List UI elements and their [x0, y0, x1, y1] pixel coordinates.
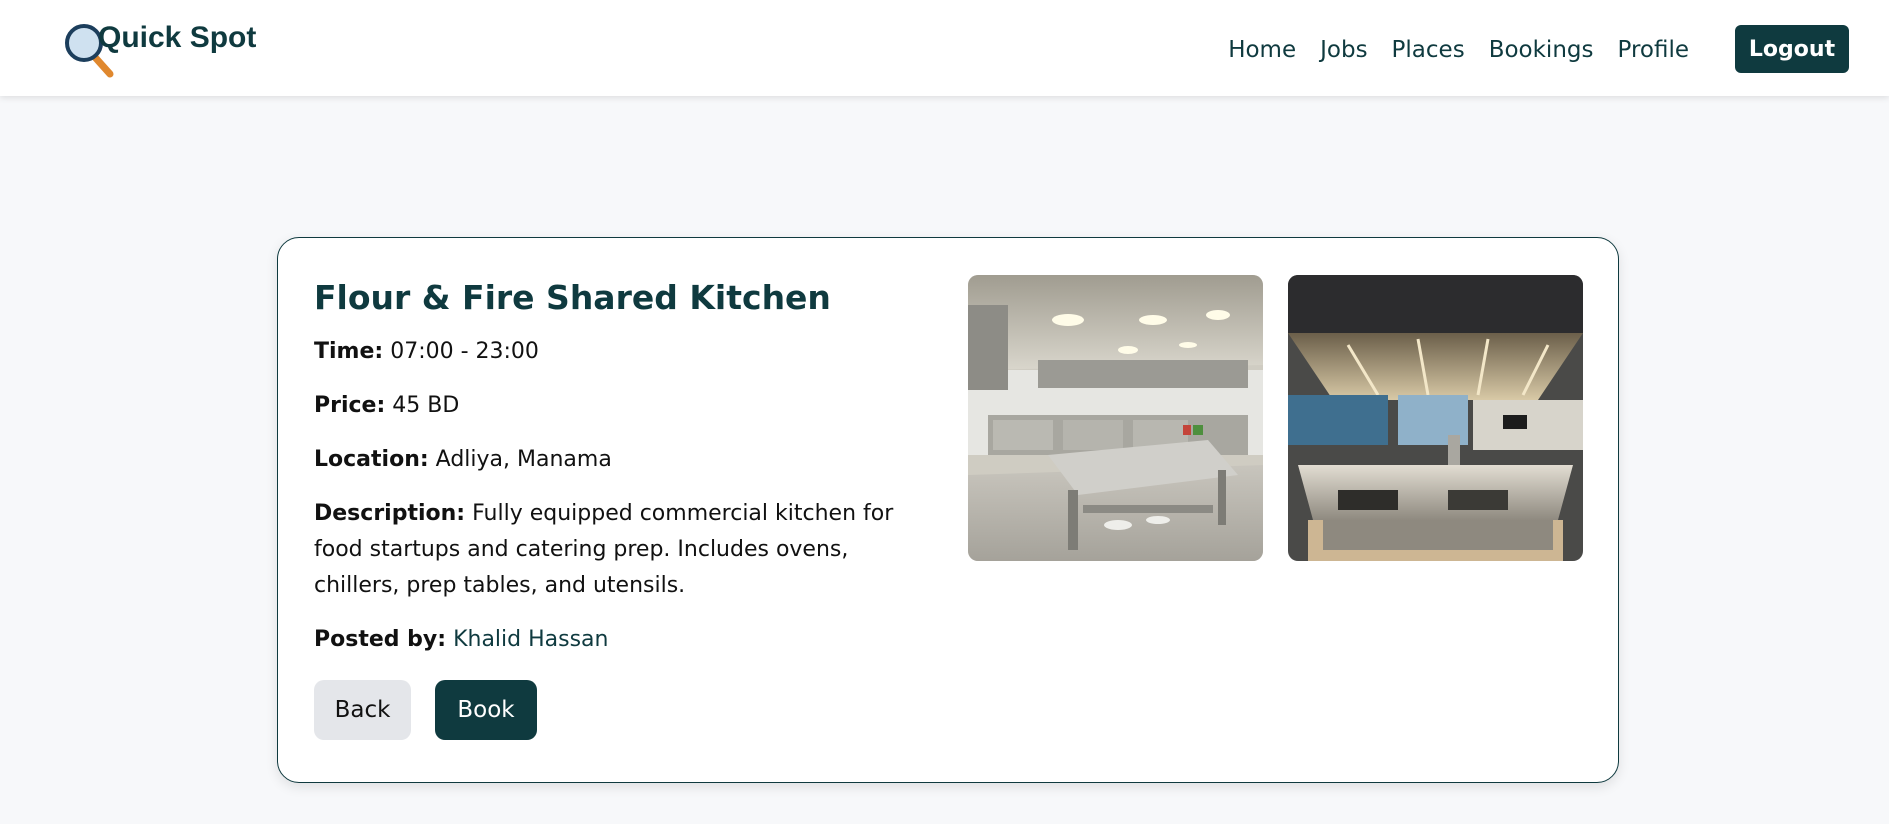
nav-bookings[interactable]: Bookings [1489, 30, 1594, 70]
kitchen-photo-2-image [1288, 275, 1583, 561]
location-row: Location: Adliya, Manama [314, 442, 934, 478]
posted-by-link[interactable]: Khalid Hassan [453, 627, 608, 652]
logout-button[interactable]: Logout [1735, 25, 1849, 73]
price-value: 45 BD [392, 393, 460, 418]
nav-jobs[interactable]: Jobs [1320, 30, 1367, 70]
location-value: Adliya, Manama [435, 447, 612, 472]
nav-places[interactable]: Places [1392, 30, 1465, 70]
place-detail-card: Flour & Fire Shared Kitchen Time: 07:00 … [277, 237, 1619, 783]
app-logo[interactable]: Quick Spot [64, 18, 264, 78]
book-button[interactable]: Book [435, 680, 537, 740]
kitchen-photo-1[interactable] [968, 275, 1263, 561]
nav-home[interactable]: Home [1228, 30, 1296, 70]
description-label: Description: [314, 501, 466, 526]
price-row: Price: 45 BD [314, 388, 934, 424]
time-value: 07:00 - 23:00 [390, 339, 539, 364]
posted-by-label: Posted by: [314, 627, 447, 652]
top-navbar: Quick Spot Home Jobs Places Bookings Pro… [0, 0, 1889, 96]
time-row: Time: 07:00 - 23:00 [314, 334, 934, 370]
back-button[interactable]: Back [314, 680, 411, 740]
main-nav: Home Jobs Places Bookings Profile [1228, 30, 1689, 70]
action-buttons: Back Book [314, 680, 934, 740]
kitchen-photo-1-image [968, 275, 1263, 561]
place-details: Flour & Fire Shared Kitchen Time: 07:00 … [314, 276, 934, 740]
nav-profile[interactable]: Profile [1617, 30, 1689, 70]
location-label: Location: [314, 447, 429, 472]
time-label: Time: [314, 339, 384, 364]
place-title: Flour & Fire Shared Kitchen [314, 278, 831, 317]
posted-by-row: Posted by: Khalid Hassan [314, 622, 934, 658]
price-label: Price: [314, 393, 386, 418]
description-row: Description: Fully equipped commercial k… [314, 496, 934, 604]
kitchen-photo-2[interactable] [1288, 275, 1583, 561]
app-name: Quick Spot [98, 21, 257, 54]
